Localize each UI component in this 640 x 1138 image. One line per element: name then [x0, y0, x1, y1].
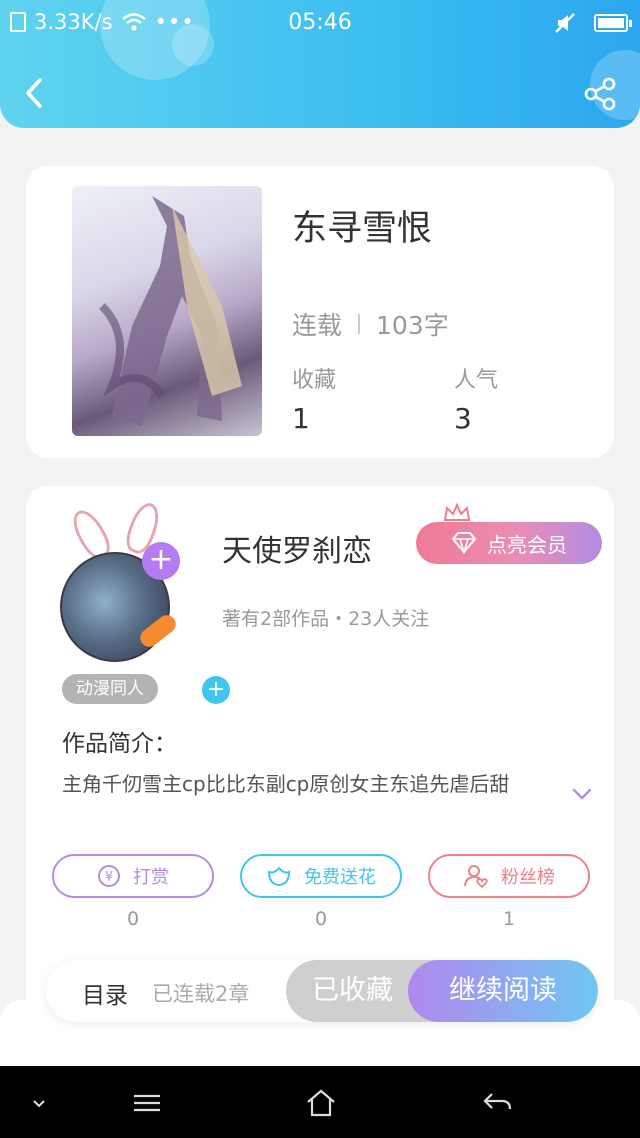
home-icon[interactable] [304, 1088, 338, 1118]
divider [358, 314, 361, 334]
vip-button-label: 点亮会员 [487, 532, 567, 557]
fan-ranking-button[interactable]: 粉丝榜 [428, 854, 590, 898]
fans-icon [464, 865, 488, 889]
back-icon[interactable] [18, 76, 52, 110]
book-title: 东寻雪恨 [292, 209, 433, 249]
continue-reading-button[interactable]: 继续阅读 [408, 960, 598, 1022]
fan-count: 1 [502, 908, 516, 930]
favorites-value: 1 [292, 402, 310, 435]
flower-count: 0 [314, 908, 328, 930]
return-icon[interactable] [480, 1088, 514, 1118]
clock: 05:46 [288, 10, 352, 35]
crown-icon [443, 502, 471, 521]
tip-count: 0 [126, 908, 140, 930]
status-bar: 3.33K/s ••• 05:46 [0, 0, 640, 48]
send-flower-label: 免费送花 [304, 867, 376, 888]
author-meta: 著有2部作品・23人关注 [222, 608, 430, 630]
tip-label: 打赏 [133, 867, 169, 888]
header: 3.33K/s ••• 05:46 [0, 0, 640, 128]
toc-button[interactable]: 目录 [82, 976, 128, 1010]
send-flower-button[interactable]: 免费送花 [240, 854, 402, 898]
vip-button[interactable]: 点亮会员 [416, 522, 602, 564]
add-tag-button[interactable]: + [202, 676, 230, 704]
system-nav-bar [0, 1066, 640, 1138]
svg-text:¥: ¥ [105, 870, 113, 885]
intro-text: 主角千仞雪主cp比比东副cp原创女主东追先虐后甜 [62, 772, 510, 796]
share-icon[interactable] [582, 76, 618, 112]
fan-ranking-label: 粉丝榜 [501, 867, 555, 888]
chevron-down-icon[interactable] [570, 782, 594, 806]
cover-illustration [99, 196, 242, 426]
word-count: 103字 [376, 311, 449, 340]
menu-icon[interactable] [130, 1088, 164, 1118]
diamond-icon [451, 532, 477, 554]
chevron-down-icon[interactable] [26, 1094, 52, 1114]
popularity-label: 人气 [454, 368, 499, 393]
category-tag[interactable]: 动漫同人 [62, 674, 158, 704]
chapters-info[interactable]: 已连载2章 [152, 978, 249, 1008]
book-status-line: 连载 103字 [292, 306, 449, 342]
favorites-label: 收藏 [292, 368, 337, 393]
gift-icon: ¥ [98, 865, 120, 887]
popularity-value: 3 [454, 402, 472, 435]
flower-icon [267, 866, 291, 887]
book-cover[interactable] [72, 186, 262, 436]
intro-label: 作品简介： [62, 731, 177, 757]
book-info-card: 东寻雪恨 连载 103字 收藏 1 人气 3 [26, 166, 614, 458]
bottom-action-bar: 目录 已连载2章 已收藏 继续阅读 [46, 960, 598, 1022]
tip-button[interactable]: ¥ 打赏 [52, 854, 214, 898]
follow-plus-button[interactable]: + [142, 542, 180, 580]
author-name[interactable]: 天使罗刹恋 [222, 526, 372, 570]
battery-icon [594, 14, 632, 32]
author-avatar-group[interactable]: + [60, 498, 200, 662]
mute-icon [555, 13, 575, 33]
serial-status: 连载 [292, 311, 343, 340]
